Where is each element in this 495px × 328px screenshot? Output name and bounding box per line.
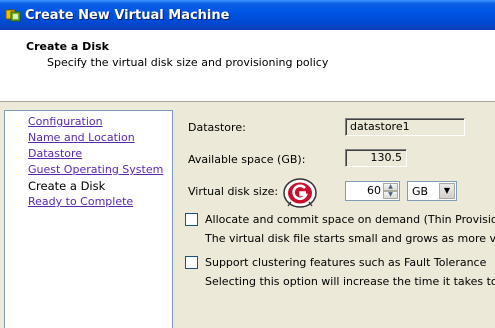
thin-provisioning-description: The virtual disk file starts small and g… bbox=[205, 232, 495, 245]
clustering-description: Selecting this option will increase the … bbox=[205, 275, 495, 288]
clustering-label[interactable]: Support clustering features such as Faul… bbox=[205, 256, 486, 269]
nav-item-guest-os[interactable]: Guest Operating System bbox=[28, 163, 163, 176]
datastore-label: Datastore: bbox=[188, 121, 246, 134]
page-title: Create a Disk bbox=[26, 40, 109, 53]
wizard-body: Configuration Name and Location Datastor… bbox=[0, 102, 495, 328]
wizard-window: Create New Virtual Machine Create a Disk… bbox=[0, 0, 495, 328]
datastore-field: datastore1 bbox=[345, 118, 465, 136]
disk-size-spinner[interactable]: 60 ▲ ▼ bbox=[345, 181, 400, 201]
disk-unit-dropdown[interactable]: GB ▼ bbox=[407, 181, 457, 201]
available-space-field: 130.5 bbox=[345, 149, 407, 167]
g-logo-icon bbox=[283, 178, 317, 208]
disk-size-value[interactable]: 60 bbox=[367, 184, 381, 197]
disk-size-label: Virtual disk size: bbox=[188, 185, 279, 198]
spin-up-button[interactable]: ▲ bbox=[383, 183, 398, 191]
vm-wizard-icon bbox=[5, 9, 21, 22]
disk-form: Datastore: datastore1 Available space (G… bbox=[175, 102, 495, 328]
chevron-down-icon[interactable]: ▼ bbox=[439, 183, 455, 199]
spin-down-button[interactable]: ▼ bbox=[383, 191, 398, 199]
nav-item-configuration[interactable]: Configuration bbox=[28, 115, 103, 128]
thin-provisioning-label[interactable]: Allocate and commit space on demand (Thi… bbox=[205, 213, 495, 226]
available-space-label: Available space (GB): bbox=[188, 153, 306, 166]
nav-item-name-and-location[interactable]: Name and Location bbox=[28, 131, 135, 144]
wizard-header: Create a Disk Specify the virtual disk s… bbox=[0, 30, 495, 102]
window-title: Create New Virtual Machine bbox=[25, 8, 230, 23]
nav-item-datastore[interactable]: Datastore bbox=[28, 147, 82, 160]
nav-item-create-disk: Create a Disk bbox=[28, 179, 106, 193]
wizard-steps-nav: Configuration Name and Location Datastor… bbox=[4, 110, 173, 328]
clustering-checkbox[interactable] bbox=[185, 256, 198, 269]
nav-item-ready-to-complete[interactable]: Ready to Complete bbox=[28, 195, 133, 208]
spinner-buttons: ▲ ▼ bbox=[383, 183, 398, 199]
disk-unit-value: GB bbox=[412, 185, 429, 198]
thin-provisioning-checkbox[interactable] bbox=[185, 213, 198, 226]
page-subtitle: Specify the virtual disk size and provis… bbox=[47, 56, 329, 69]
title-bar[interactable]: Create New Virtual Machine bbox=[0, 0, 495, 30]
